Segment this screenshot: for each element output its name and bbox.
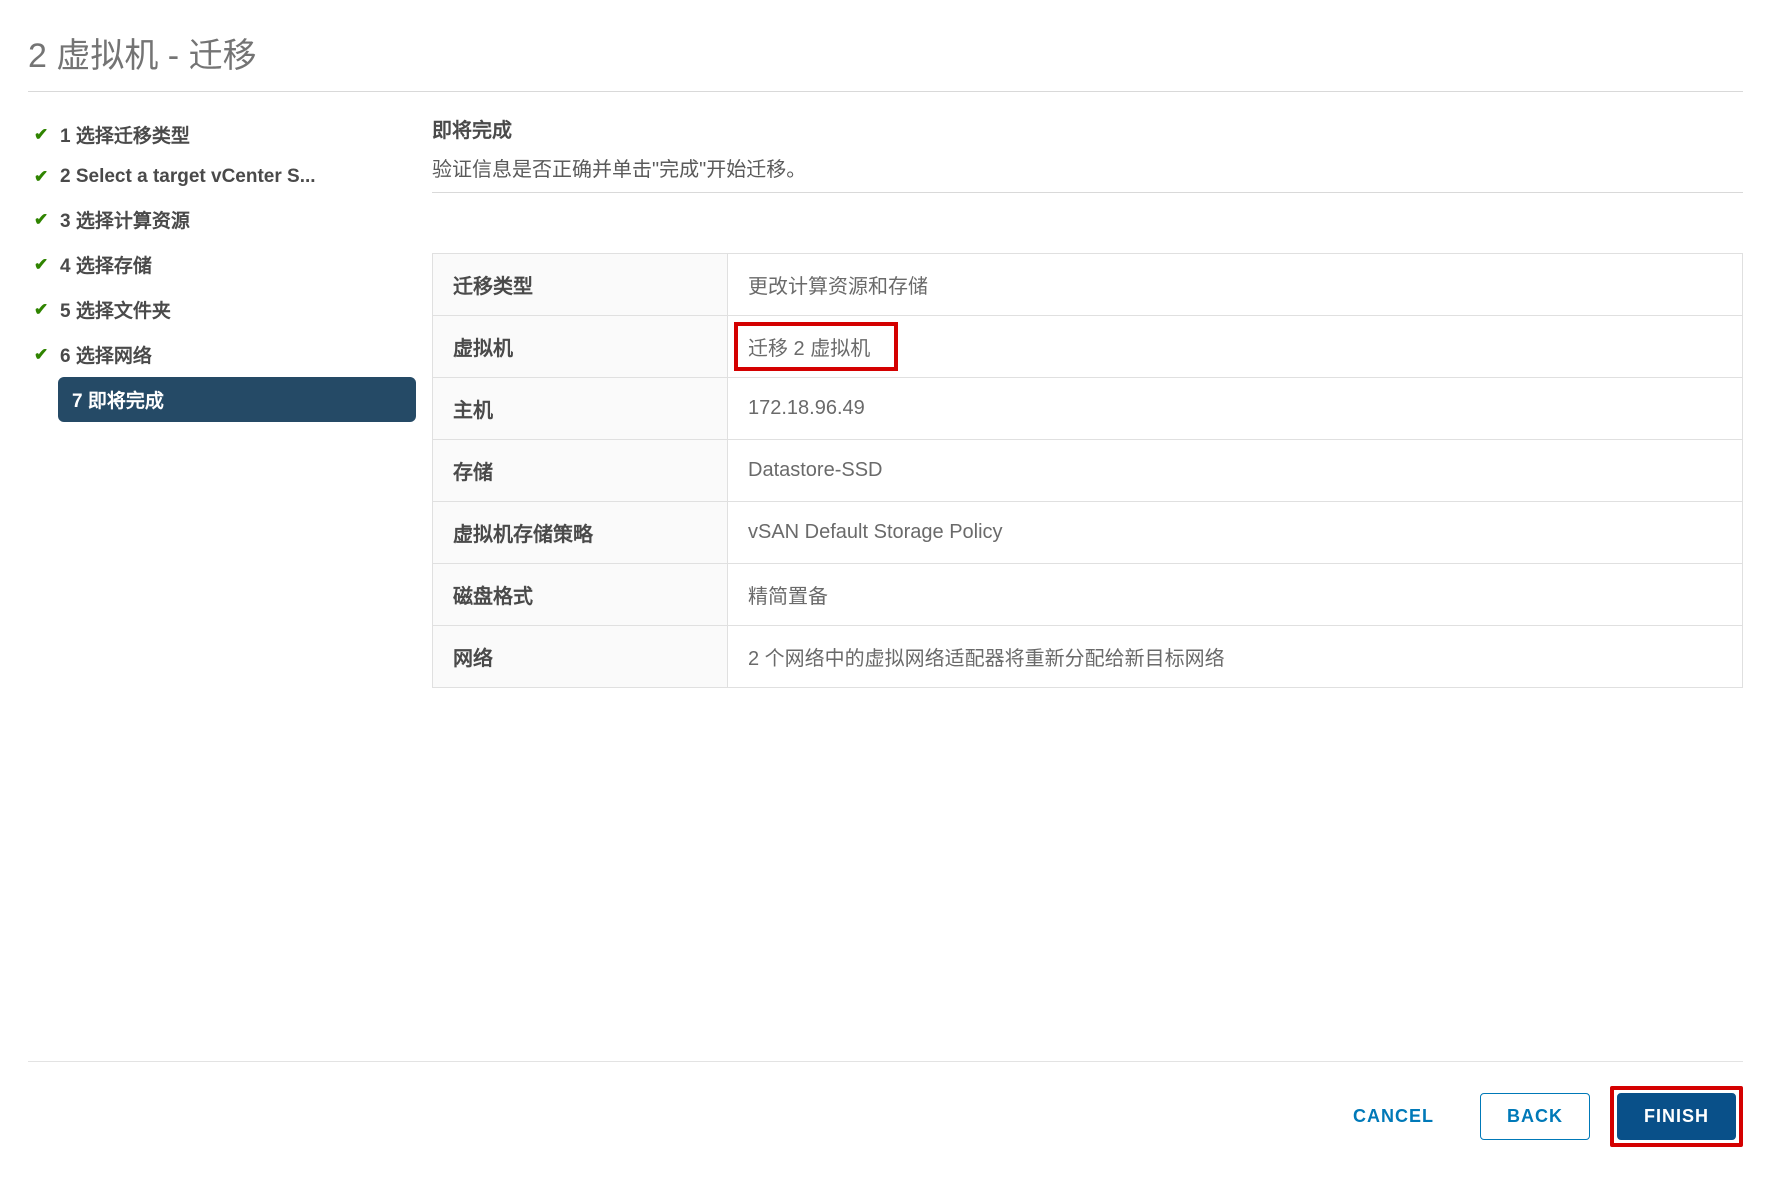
divider — [28, 91, 1743, 92]
summary-value: Datastore-SSD — [728, 440, 1743, 502]
wizard-step-1[interactable]: ✔ 1 选择迁移类型 — [28, 112, 416, 157]
wizard-step-2[interactable]: ✔ 2 Select a target vCenter S... — [28, 157, 416, 197]
summary-value: 2 个网络中的虚拟网络适配器将重新分配给新目标网络 — [728, 626, 1743, 688]
table-row: 虚拟机迁移 2 虚拟机 — [433, 316, 1743, 378]
finish-button[interactable]: FINISH — [1617, 1093, 1736, 1140]
wizard-step-4[interactable]: ✔ 4 选择存储 — [28, 242, 416, 287]
wizard-step-3[interactable]: ✔ 3 选择计算资源 — [28, 197, 416, 242]
summary-key: 迁移类型 — [433, 254, 728, 316]
wizard-footer: CANCEL BACK FINISH — [28, 1061, 1743, 1147]
finish-highlight: FINISH — [1610, 1086, 1743, 1147]
summary-value: 精简置备 — [728, 564, 1743, 626]
wizard-step-7: 7 即将完成 — [58, 377, 416, 422]
divider — [432, 192, 1743, 193]
summary-key: 虚拟机存储策略 — [433, 502, 728, 564]
table-row: 网络2 个网络中的虚拟网络适配器将重新分配给新目标网络 — [433, 626, 1743, 688]
wizard-step-label: 3 选择计算资源 — [60, 206, 190, 233]
table-row: 存储Datastore-SSD — [433, 440, 1743, 502]
summary-value: 更改计算资源和存储 — [728, 254, 1743, 316]
value-highlight: 迁移 2 虚拟机 — [734, 322, 898, 371]
summary-table: 迁移类型更改计算资源和存储虚拟机迁移 2 虚拟机主机172.18.96.49存储… — [432, 253, 1743, 688]
check-icon: ✔ — [34, 125, 54, 145]
summary-key: 虚拟机 — [433, 316, 728, 378]
check-icon: ✔ — [34, 255, 54, 275]
table-row: 虚拟机存储策略vSAN Default Storage Policy — [433, 502, 1743, 564]
summary-key: 网络 — [433, 626, 728, 688]
wizard-step-label: 6 选择网络 — [60, 341, 152, 368]
table-row: 磁盘格式精简置备 — [433, 564, 1743, 626]
check-icon: ✔ — [34, 167, 54, 187]
wizard-step-label: 5 选择文件夹 — [60, 296, 171, 323]
summary-key: 磁盘格式 — [433, 564, 728, 626]
content-title: 即将完成 — [432, 114, 1743, 143]
cancel-button[interactable]: CANCEL — [1327, 1094, 1460, 1139]
back-button[interactable]: BACK — [1480, 1093, 1590, 1140]
check-icon: ✔ — [34, 300, 54, 320]
content-description: 验证信息是否正确并单击"完成"开始迁移。 — [432, 153, 1743, 182]
summary-value: 迁移 2 虚拟机 — [728, 316, 1743, 378]
table-row: 主机172.18.96.49 — [433, 378, 1743, 440]
wizard-title: 2 虚拟机 - 迁移 — [28, 28, 1743, 77]
wizard-step-5[interactable]: ✔ 5 选择文件夹 — [28, 287, 416, 332]
summary-value: vSAN Default Storage Policy — [728, 502, 1743, 564]
wizard-steps-sidebar: ✔ 1 选择迁移类型 ✔ 2 Select a target vCenter S...… — [28, 112, 432, 422]
wizard-step-label: 2 Select a target vCenter S... — [60, 166, 316, 188]
summary-key: 主机 — [433, 378, 728, 440]
check-icon: ✔ — [34, 345, 54, 365]
wizard-content: 即将完成 验证信息是否正确并单击"完成"开始迁移。 迁移类型更改计算资源和存储虚… — [432, 112, 1743, 688]
wizard-step-6[interactable]: ✔ 6 选择网络 — [28, 332, 416, 377]
summary-value: 172.18.96.49 — [728, 378, 1743, 440]
summary-key: 存储 — [433, 440, 728, 502]
wizard-step-label: 7 即将完成 — [72, 386, 164, 413]
table-row: 迁移类型更改计算资源和存储 — [433, 254, 1743, 316]
wizard-step-label: 4 选择存储 — [60, 251, 152, 278]
check-icon: ✔ — [34, 210, 54, 230]
wizard-step-label: 1 选择迁移类型 — [60, 121, 190, 148]
